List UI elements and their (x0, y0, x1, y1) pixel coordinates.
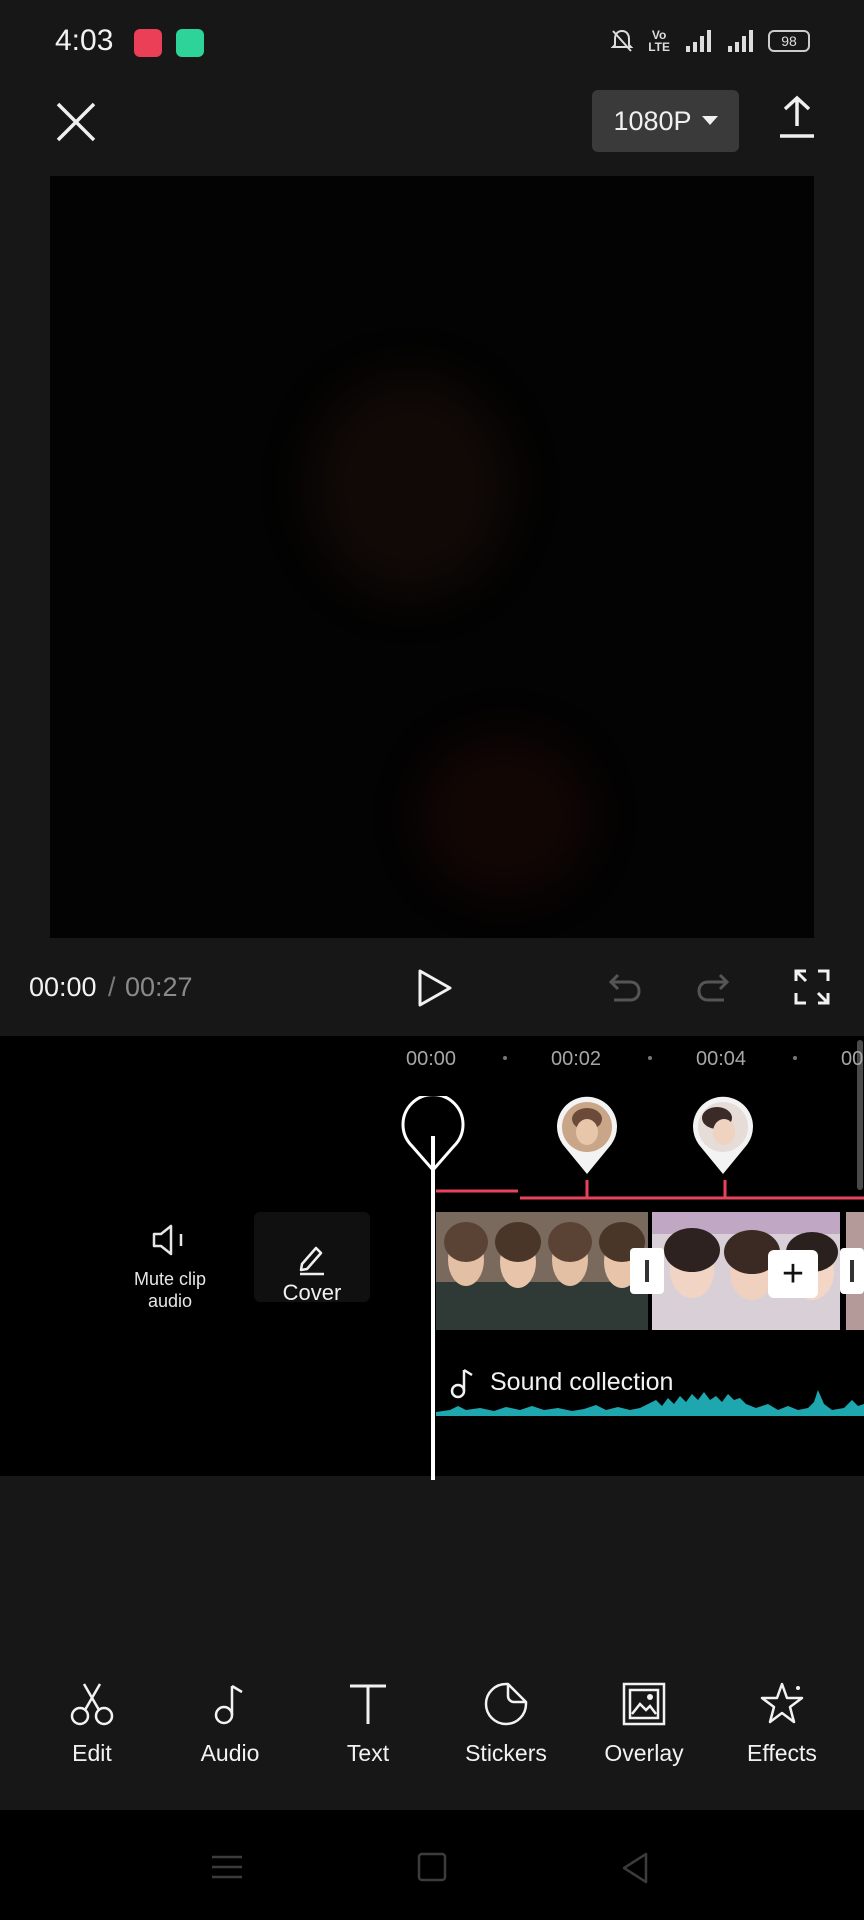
edit-pencil-icon (299, 1246, 324, 1276)
cover-label: Cover (282, 1280, 342, 1305)
ruler-label-3: 00 (841, 1048, 864, 1070)
status-bar: 4:03 Vo LTE 98 (0, 0, 864, 86)
scissors-icon (70, 1683, 114, 1726)
add-clip-button[interactable]: + (768, 1250, 818, 1298)
toolbar-stickers[interactable]: Stickers (451, 1680, 561, 1796)
toolbar-text[interactable]: Text (313, 1680, 423, 1796)
pink-marker-lines (436, 1180, 864, 1200)
signal-strength-2-icon (728, 30, 753, 52)
clip-transition-handle-2[interactable] (840, 1248, 864, 1294)
toolbar-overlay-label: Overlay (604, 1740, 684, 1766)
screen-recorder-notification-icon (134, 29, 162, 57)
playhead[interactable] (400, 1096, 466, 1480)
status-icons: Vo LTE 98 (610, 28, 810, 54)
music-note-icon (214, 1684, 243, 1725)
fullscreen-icon[interactable] (793, 968, 831, 1006)
ruler-dot (648, 1056, 652, 1060)
export-upload-icon[interactable] (776, 94, 818, 140)
toolbar-audio[interactable]: Audio (175, 1680, 285, 1796)
silent-bell-icon (610, 29, 634, 52)
ruler-label-0: 00:00 (406, 1048, 457, 1070)
ruler-dot (793, 1056, 797, 1060)
toolbar-effects-label: Effects (747, 1740, 817, 1766)
caret-down-icon (701, 116, 718, 125)
preview-dim-subject-2 (420, 736, 590, 896)
back-icon[interactable] (620, 1852, 650, 1884)
sticker-icon (484, 1682, 528, 1726)
clip-transition-handle[interactable] (630, 1248, 664, 1294)
toolbar-effects[interactable]: Effects (727, 1680, 837, 1796)
toolbar-overlay[interactable]: Overlay (589, 1680, 699, 1796)
ruler-dot (503, 1056, 507, 1060)
signal-strength-icon (686, 30, 711, 52)
clip-marker-1[interactable] (554, 1096, 620, 1176)
battery-level: 98 (781, 33, 797, 49)
effects-star-icon (760, 1682, 804, 1724)
current-time: 00:00 (29, 972, 97, 1002)
ruler-label-2: 00:04 (696, 1048, 747, 1070)
toolbar-stickers-label: Stickers (465, 1740, 547, 1766)
overlay-icon (622, 1682, 666, 1726)
menu-icon[interactable] (210, 1852, 244, 1882)
resolution-label: 1080P (613, 105, 692, 136)
handle-grip (850, 1260, 854, 1282)
ruler-label-1: 00:02 (551, 1048, 602, 1070)
status-time: 4:03 (55, 24, 114, 57)
app-notification-icon (176, 29, 204, 57)
preview-dim-subject (310, 376, 510, 596)
resolution-dropdown[interactable]: 1080P (592, 90, 739, 152)
clip-thumbnail-1 (436, 1212, 648, 1330)
handle-grip (645, 1260, 649, 1282)
time-separator: / (108, 972, 116, 1002)
play-icon[interactable] (414, 968, 454, 1008)
mute-clip-audio-button[interactable]: Mute clip audio (120, 1222, 220, 1312)
bottom-toolbar: Edit Audio Text Stickers Overlay Effects (0, 1680, 864, 1796)
text-icon (350, 1684, 386, 1724)
undo-icon[interactable] (602, 968, 642, 1008)
toolbar-audio-label: Audio (200, 1740, 260, 1766)
toolbar-edit[interactable]: Edit (37, 1680, 147, 1796)
toolbar-edit-label: Edit (72, 1740, 112, 1766)
speaker-mute-icon (152, 1224, 183, 1256)
video-preview[interactable] (50, 176, 814, 938)
volte-indicator: Vo LTE (648, 29, 670, 53)
total-time: 00:27 (125, 972, 193, 1002)
cover-button[interactable]: Cover (254, 1212, 370, 1305)
home-icon[interactable] (417, 1852, 447, 1882)
mute-clip-audio-label: Mute clip audio (133, 1269, 207, 1311)
redo-icon[interactable] (696, 968, 736, 1008)
clip-marker-2[interactable] (690, 1096, 756, 1176)
volte-bottom: LTE (648, 40, 670, 54)
audio-track-label: Sound collection (490, 1368, 674, 1396)
battery-icon: 98 (768, 30, 810, 52)
toolbar-text-label: Text (346, 1740, 390, 1766)
close-icon[interactable] (50, 96, 102, 148)
